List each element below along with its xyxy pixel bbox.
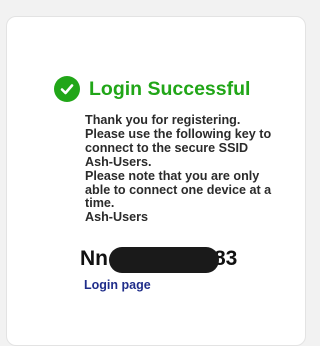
message-line: Ash-Users. (85, 154, 152, 169)
network-key: Nn 83 (80, 246, 260, 273)
message-line: Ash-Users (85, 210, 148, 225)
message-line: Please note that you are only (85, 168, 260, 183)
message-line: Please use the following key to (85, 126, 272, 141)
success-header: Login Successful (54, 76, 250, 102)
message-line: time. (85, 196, 115, 211)
redaction-mark (109, 247, 219, 273)
key-prefix: Nn (80, 247, 108, 270)
checkmark-glyph (60, 84, 74, 95)
page-title: Login Successful (89, 77, 251, 100)
login-page-link[interactable]: Login page (84, 278, 151, 292)
registration-message: Thank you for registering. Please use th… (85, 113, 297, 225)
check-circle-icon (54, 76, 80, 102)
message-line: connect to the secure SSID (85, 140, 249, 155)
message-line: Thank you for registering. (85, 113, 241, 127)
message-line: able to connect one device at a (85, 182, 272, 197)
